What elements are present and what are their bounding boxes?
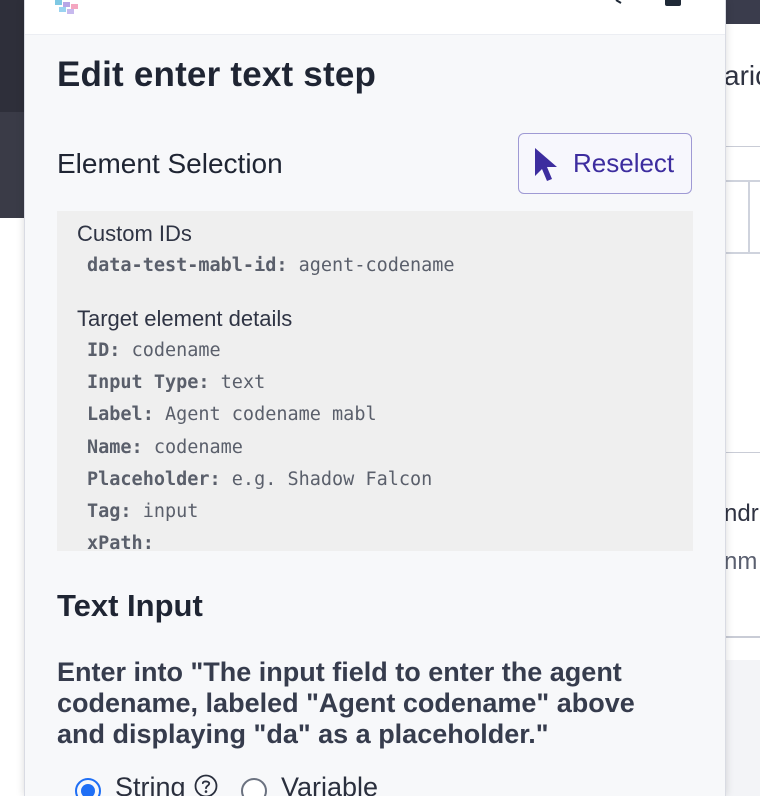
detail-row-input-type: Input Type: text [87,372,266,393]
modal-header [25,0,725,35]
text-input-heading: Text Input [57,588,203,623]
question-circle-icon[interactable] [194,774,218,796]
background-text: nm [724,548,758,575]
detail-row-label: Label: Agent codename mabl [87,404,377,425]
element-details-panel[interactable]: Custom IDs data-test-mabl-id: agent-code… [57,211,693,551]
element-selection-label: Element Selection [57,148,283,179]
step-description: Enter into "The input field to enter the… [57,657,635,749]
variable-radio[interactable] [241,778,267,796]
background-divider [724,636,760,638]
string-radio[interactable] [75,778,101,796]
background-top-bar [724,0,760,24]
background-text: aric [724,60,760,91]
modal-title: Edit enter text step [57,55,377,94]
background-text: ndr [724,500,759,527]
detail-row-tag: Tag: input [87,501,199,522]
detail-row-id: ID: codename [87,340,221,361]
target-details-title: Target element details [77,306,293,331]
string-radio-label[interactable]: String [115,772,186,796]
background-table [724,180,760,254]
edit-step-modal: Edit enter text step Element Selection R… [24,0,726,796]
reselect-button[interactable]: Reselect [518,133,692,194]
detail-row-placeholder: Placeholder: e.g. Shadow Falcon [87,469,433,490]
background-divider [724,146,760,147]
custom-id-row: data-test-mabl-id: agent-codename [87,255,455,276]
variable-radio-label[interactable]: Variable [281,772,378,796]
detail-row-xpath: xPath: [87,533,154,551]
background-panel [724,660,760,796]
mabl-logo-icon [55,0,78,14]
custom-ids-title: Custom IDs [77,221,192,246]
close-icon[interactable] [665,0,681,6]
background-divider [724,452,760,453]
reselect-button-label: Reselect [573,148,675,178]
minimize-icon[interactable] [615,0,627,4]
cursor-pointer-icon [535,148,557,181]
detail-row-name: Name: codename [87,437,243,458]
